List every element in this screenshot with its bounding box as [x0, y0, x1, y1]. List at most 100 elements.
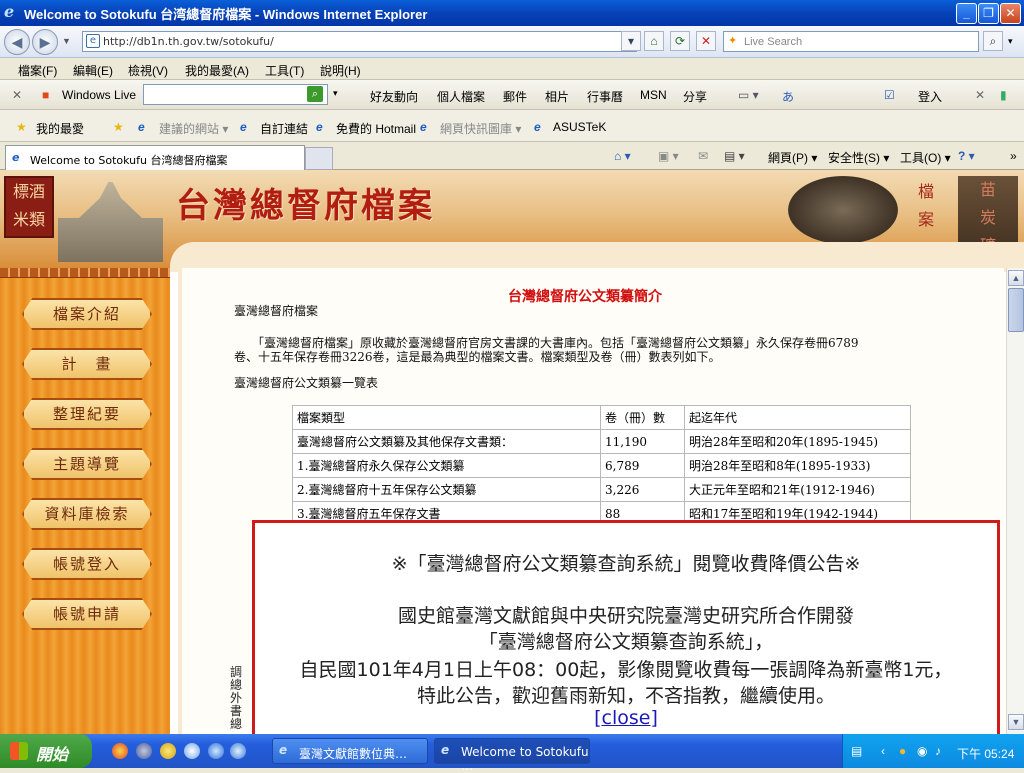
nav-plan[interactable]: 計 畫 [22, 348, 152, 380]
live-close-icon[interactable]: ✕ [975, 88, 985, 102]
forward-button[interactable]: ▶ [32, 29, 58, 55]
window-icon[interactable]: ▭ ▾ [738, 88, 759, 102]
announcement-popup: ※「臺灣總督府公文類纂查詢系統」閱覽收費降價公告※ 國史館臺灣文獻館與中央研究院… [252, 520, 1000, 734]
tool-safety[interactable]: 安全性(S) ▾ [828, 149, 889, 166]
live-search-icon: ✦ [728, 35, 738, 47]
refresh-button[interactable]: ⟳ [670, 31, 690, 51]
home-icon[interactable]: ⌂ ▾ [614, 149, 631, 163]
favorites-item-suggested[interactable]: 建議的網站 ▾ [159, 120, 228, 137]
ie-task-icon: e [279, 743, 288, 757]
keyboard-icon[interactable]: ▤ [851, 744, 862, 758]
signin-link[interactable]: 登入 [918, 88, 942, 105]
popup-close-link[interactable]: [close] [594, 707, 658, 729]
start-button[interactable]: 開始 [0, 734, 92, 768]
mail-icon[interactable]: ✉ [698, 149, 708, 163]
desktop-icon[interactable] [184, 743, 200, 759]
ie-task-icon: e [441, 743, 450, 757]
table-cell: 明治28年至昭和8年(1895-1933) [684, 453, 911, 478]
app-icon[interactable] [136, 743, 152, 759]
nav-summary[interactable]: 整理紀要 [22, 398, 152, 430]
tray-app-icon[interactable]: ● [899, 744, 906, 758]
taskbar-item-archive[interactable]: e 臺灣文獻館數位典… [272, 738, 428, 764]
clock[interactable]: 下午 05:24 [957, 745, 1014, 762]
live-search-dropdown-icon[interactable]: ▾ [333, 88, 338, 99]
toolbar-close-icon[interactable]: ✕ [12, 88, 22, 102]
article-subtitle: 臺灣總督府檔案 [234, 304, 319, 318]
search-options-icon[interactable]: ▾ [1008, 36, 1013, 47]
favorites-item-custom[interactable]: 自訂連結 [260, 120, 308, 137]
history-dropdown-icon[interactable]: ▼ [62, 36, 71, 46]
live-search-input[interactable]: ⌕ [143, 84, 328, 105]
close-button[interactable]: ✕ [1000, 3, 1021, 24]
nav-register[interactable]: 帳號申請 [22, 598, 152, 630]
nav-archive-intro[interactable]: 檔案介紹 [22, 298, 152, 330]
live-item-mail[interactable]: 郵件 [503, 88, 527, 105]
live-item-calendar[interactable]: 行事曆 [587, 88, 623, 105]
live-item-msn[interactable]: MSN [640, 88, 667, 102]
ie-quick-icon-2[interactable] [230, 743, 246, 759]
table-cell: 大正元年至昭和21年(1912-1946) [684, 477, 911, 502]
web-slice-icon: e [420, 120, 427, 134]
live-search-go-icon[interactable]: ⌕ [307, 86, 323, 102]
popup-line3: 自民國101年4月1日上午08：00起，影像閱覽收費每一張調降為新臺幣1元， [299, 659, 953, 681]
menu-edit[interactable]: 編輯(E) [73, 62, 113, 79]
tray-collapse-icon[interactable]: ‹ [881, 744, 885, 758]
site-logo[interactable]: 台灣總督府檔案 [176, 178, 435, 227]
windows-flag-icon: ■ [42, 88, 50, 102]
tab-bar: e Welcome to Sotokufu 台湾總督府檔案 ⌂ ▾ ▣ ▾ ✉ … [0, 142, 1024, 170]
restore-button[interactable]: ❐ [978, 3, 999, 24]
search-button[interactable]: ⌕ [983, 31, 1003, 51]
tab-current[interactable]: e Welcome to Sotokufu 台湾總督府檔案 [5, 145, 305, 170]
nav-database-search[interactable]: 資料庫檢索 [22, 498, 152, 530]
tool-page[interactable]: 網頁(P) ▾ [768, 149, 817, 166]
menu-file[interactable]: 檔案(F) [18, 62, 57, 79]
nav-topic-guide[interactable]: 主題導覽 [22, 448, 152, 480]
tool-tools[interactable]: 工具(O) ▾ [900, 149, 951, 166]
page-icon: e [86, 34, 100, 48]
ie-quick-icon[interactable] [208, 743, 224, 759]
custom-links-icon: e [240, 120, 247, 134]
url-text: http://db1n.th.gov.tw/sotokufu/ [103, 35, 274, 48]
add-favorite-icon[interactable]: ★ [113, 120, 124, 134]
back-button[interactable]: ◀ [4, 29, 30, 55]
more-chevron-icon[interactable]: » [1010, 149, 1017, 163]
menu-help[interactable]: 說明(H) [320, 62, 361, 79]
new-tab-button[interactable] [305, 147, 333, 170]
menu-tools[interactable]: 工具(T) [265, 62, 304, 79]
print-icon[interactable]: ▤ ▾ [724, 149, 745, 163]
favorites-item-hotmail[interactable]: 免費的 Hotmail [336, 120, 416, 137]
sidebar-pattern [0, 268, 170, 278]
live-item-friends[interactable]: 好友動向 [370, 88, 418, 105]
scroll-up-icon[interactable]: ▲ [1008, 270, 1024, 286]
network-icon[interactable]: ◉ [917, 744, 927, 758]
live-item-profile[interactable]: 個人檔案 [437, 88, 485, 105]
table-row: 臺灣總督府公文類纂及其他保存文書類： 11,190 明治28年至昭和20年(18… [292, 429, 911, 454]
live-item-share[interactable]: 分享 [683, 88, 707, 105]
minimize-button[interactable]: _ [956, 3, 977, 24]
archive-table: 檔案類型 卷（冊）數 起迄年代 臺灣總督府公文類纂及其他保存文書類： 11,19… [292, 405, 911, 526]
favorites-label[interactable]: 我的最愛 [36, 120, 84, 137]
taskbar-item-sotokufu[interactable]: e Welcome to Sotokufu … [434, 738, 590, 773]
favorites-item-asus[interactable]: ASUSTeK [553, 120, 606, 134]
scroll-down-icon[interactable]: ▼ [1008, 714, 1024, 730]
menu-view[interactable]: 檢視(V) [128, 62, 168, 79]
address-input[interactable]: e http://db1n.th.gov.tw/sotokufu/ [82, 31, 637, 52]
help-icon[interactable]: ? ▾ [958, 149, 975, 163]
search-input[interactable]: ✦ Live Search [723, 31, 979, 52]
menu-favorites[interactable]: 我的最愛(A) [185, 62, 249, 79]
scroll-thumb[interactable] [1008, 288, 1024, 332]
address-dropdown-button[interactable]: ▾ [621, 31, 641, 51]
table-cell: 3,226 [600, 477, 685, 502]
vertical-scrollbar[interactable]: ▲ ▼ [1006, 268, 1024, 734]
volume-icon[interactable]: ♪ [935, 744, 941, 758]
feeds-icon[interactable]: ▣ ▾ [658, 149, 679, 163]
favorites-item-webslice[interactable]: 網頁快訊圖庫 ▾ [440, 120, 521, 137]
live-item-photos[interactable]: 相片 [545, 88, 569, 105]
compat-icon[interactable]: ⌂ [644, 31, 664, 51]
messenger-icon[interactable] [160, 743, 176, 759]
chrome-icon[interactable] [112, 743, 128, 759]
favorites-star-icon[interactable]: ★ [16, 120, 27, 134]
nav-login[interactable]: 帳號登入 [22, 548, 152, 580]
stop-button[interactable]: ✕ [696, 31, 716, 51]
translate-icon[interactable]: あ [782, 88, 794, 105]
